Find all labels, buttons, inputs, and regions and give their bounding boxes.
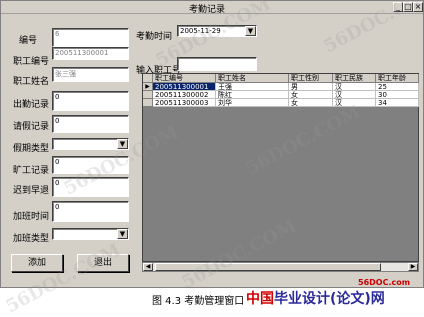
label-leave-type: 假期类型 <box>13 144 50 154</box>
label-late-early: 迟到早退 <box>13 186 50 196</box>
window-title: 考勤记录 <box>189 5 226 15</box>
column-header[interactable]: 职工编号 <box>153 74 216 83</box>
label-attendance: 出勤记录 <box>13 100 50 110</box>
scroll-left-icon[interactable]: ◀ <box>143 263 153 271</box>
attendance-field[interactable]: 0 <box>52 91 129 111</box>
scroll-right-icon[interactable]: ▶ <box>408 263 418 271</box>
brand-prefix: 中国 <box>246 291 274 307</box>
table-cell[interactable]: 女 <box>289 99 333 107</box>
chevron-down-icon[interactable]: ▼ <box>117 229 128 239</box>
overtime-hours-field[interactable]: 0 <box>52 201 129 222</box>
employee-search-input[interactable] <box>177 57 257 71</box>
brand-main: 毕业设计(论文)网 <box>274 291 385 307</box>
column-header[interactable]: 职工年龄 <box>376 74 419 83</box>
label-absence: 旷工记录 <box>13 166 50 176</box>
table-cell[interactable]: 200511300001 <box>153 83 216 91</box>
table-cell[interactable]: 刘华 <box>216 99 289 107</box>
id-field[interactable]: 6 <box>52 28 129 47</box>
row-selector[interactable] <box>143 99 153 107</box>
table-cell[interactable]: 陈红 <box>216 91 289 99</box>
horizontal-scrollbar[interactable]: ◀ ▶ <box>142 262 419 272</box>
title-bar: 考勤记录 _ □ × <box>1 1 423 15</box>
table-cell[interactable]: 女 <box>289 91 333 99</box>
chevron-down-icon[interactable]: ▼ <box>245 26 256 36</box>
label-employee-id: 职工编号 <box>13 57 50 67</box>
employee-id-field[interactable]: 200511300001 <box>52 47 129 60</box>
row-selector-icon[interactable]: ▶ <box>143 83 153 91</box>
table-cell[interactable]: 男 <box>289 83 333 91</box>
table-cell[interactable]: 200511300003 <box>153 99 216 107</box>
site-url: 56DOC.com <box>358 278 411 287</box>
leave-field[interactable]: 0 <box>52 115 129 133</box>
label-id: 编号 <box>19 36 38 46</box>
site-logo: 中国毕业设计(论文)网 <box>246 288 385 308</box>
table-cell[interactable]: 200511300002 <box>153 91 216 99</box>
label-overtime-hours: 加班时间 <box>13 212 50 222</box>
add-button[interactable]: 添加 <box>11 254 63 272</box>
table-cell[interactable]: 汉 <box>333 91 376 99</box>
table-cell[interactable]: 34 <box>376 99 419 107</box>
date-label: 考勤时间 <box>136 32 173 42</box>
employee-name-field[interactable]: 张三强 <box>52 67 129 82</box>
table-cell[interactable]: 25 <box>376 83 419 91</box>
column-header[interactable]: 职工性别 <box>289 74 333 83</box>
table-cell[interactable]: 汉 <box>333 83 376 91</box>
label-leave: 请假记录 <box>13 122 50 132</box>
column-header[interactable]: 职工民族 <box>333 74 376 83</box>
leave-type-select[interactable]: ▼ <box>52 138 129 150</box>
grid-corner <box>143 74 153 83</box>
table-cell[interactable]: 30 <box>376 91 419 99</box>
label-overtime-type: 加班类型 <box>13 234 50 244</box>
row-selector[interactable] <box>143 91 153 99</box>
overtime-type-select[interactable]: ▼ <box>52 228 129 240</box>
table-cell[interactable]: 王强 <box>216 83 289 91</box>
column-header[interactable]: 职工姓名 <box>216 74 289 83</box>
label-employee-name: 职工姓名 <box>13 77 50 87</box>
figure-caption: 图 4.3 考勤管理窗口 <box>152 296 245 307</box>
